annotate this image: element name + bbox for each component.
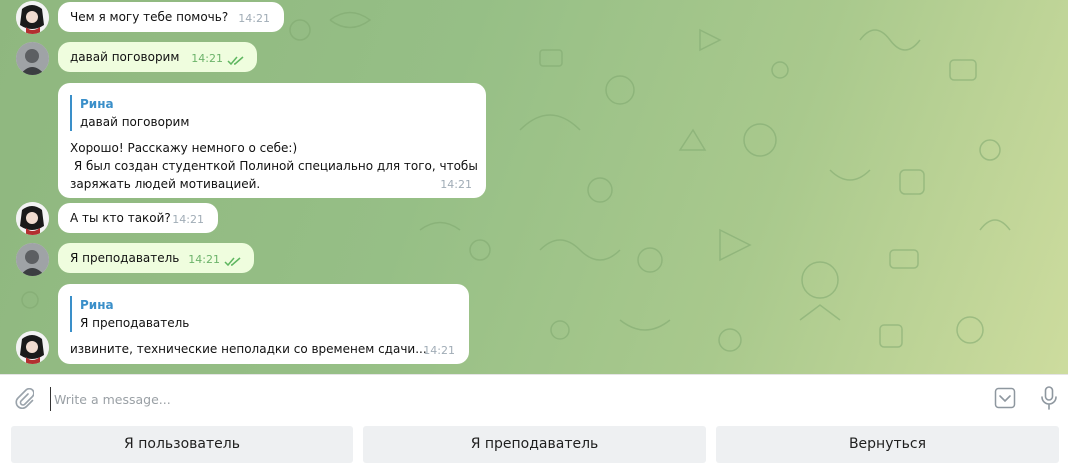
message-text: извините, технические неполадки со време… — [70, 342, 427, 356]
bot-keyboard: Я пользователь Я преподаватель Вернуться — [0, 420, 1068, 471]
attach-icon[interactable] — [14, 388, 34, 410]
message-text-line: Я был создан студенткой Полиной специаль… — [70, 159, 478, 173]
message-time: 14:21 — [172, 213, 204, 226]
reply-author: Рина — [80, 97, 114, 111]
message-text: Чем я могу тебе помочь? — [70, 10, 229, 24]
avatar[interactable] — [16, 1, 49, 34]
message-text-line: Хорошо! Расскажу немного о себе:) — [70, 141, 298, 155]
message-bubble-incoming[interactable]: Рина Я преподаватель извините, техническ… — [58, 284, 469, 364]
message-input[interactable] — [50, 387, 956, 411]
message-bubble-incoming[interactable]: Чем я могу тебе помочь? 14:21 — [58, 2, 284, 32]
message-text: давай поговорим — [70, 50, 180, 64]
message-text: Я преподаватель — [70, 251, 180, 265]
message-bubble-outgoing[interactable]: Я преподаватель 14:21 — [58, 243, 254, 273]
message-bubble-incoming[interactable]: А ты кто такой? 14:21 — [58, 203, 218, 233]
message-text: А ты кто такой? — [70, 211, 171, 225]
message-bubble-outgoing[interactable]: давай поговорим 14:21 — [58, 42, 257, 72]
message-time: 14:21 — [238, 12, 270, 25]
message-time: 14:21 — [440, 178, 472, 191]
message-time: 14:21 — [191, 52, 223, 65]
read-checks-icon — [224, 257, 241, 267]
message-composer — [0, 374, 1068, 421]
chat-area: Чем я могу тебе помочь? 14:21 давай пого… — [0, 0, 1068, 374]
bot-keyboard-icon[interactable] — [994, 387, 1016, 409]
keyboard-button-back[interactable]: Вернуться — [716, 426, 1059, 463]
reply-text: давай поговорим — [80, 115, 190, 129]
read-checks-icon — [227, 56, 244, 66]
microphone-icon[interactable] — [1040, 386, 1058, 411]
reply-text: Я преподаватель — [80, 316, 190, 330]
message-bubble-incoming[interactable]: Рина давай поговорим Хорошо! Расскажу не… — [58, 83, 486, 198]
reply-quote[interactable]: Рина давай поговорим — [70, 95, 474, 131]
message-time: 14:21 — [423, 344, 455, 357]
reply-quote[interactable]: Рина Я преподаватель — [70, 296, 457, 332]
message-text-line: заряжать людей мотивацией. — [70, 177, 261, 191]
avatar[interactable] — [16, 331, 49, 364]
avatar[interactable] — [16, 202, 49, 235]
avatar[interactable] — [16, 42, 49, 75]
keyboard-button-user[interactable]: Я пользователь — [11, 426, 353, 463]
avatar[interactable] — [16, 243, 49, 276]
message-time: 14:21 — [188, 253, 220, 266]
keyboard-button-teacher[interactable]: Я преподаватель — [363, 426, 706, 463]
reply-author: Рина — [80, 298, 114, 312]
